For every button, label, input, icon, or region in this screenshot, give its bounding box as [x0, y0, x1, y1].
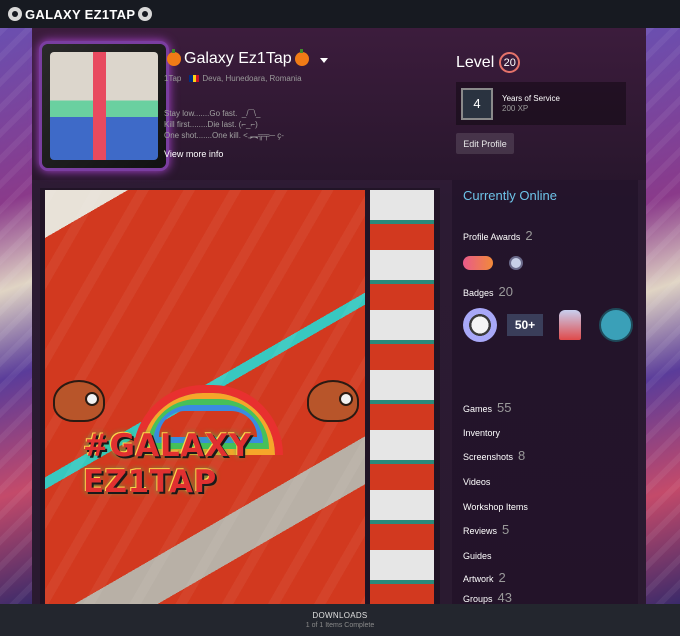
sidebar-item-artwork[interactable]: Artwork 2: [463, 570, 506, 585]
profile-page: Galaxy Ez1Tap 1Tap Deva, Hunedoara, Roma…: [32, 28, 646, 605]
avatar: [50, 52, 158, 160]
badge-icon[interactable]: [559, 310, 581, 340]
persona-name: Galaxy Ez1Tap: [184, 50, 292, 67]
avatar-frame[interactable]: [42, 44, 166, 168]
years-of-service-badge-icon: 4: [461, 87, 493, 120]
badges-label: Badges: [463, 288, 494, 298]
chevron-down-icon[interactable]: [319, 57, 328, 63]
profile-awards-count: 2: [525, 228, 533, 243]
award-icon[interactable]: [509, 256, 523, 270]
summary-line: Stay low.......Go fast. _/‾‾\_: [164, 109, 261, 118]
summary-line: Kill first........Die last. (⌐_⌐): [164, 120, 258, 129]
badge-50-icon[interactable]: 50+: [507, 314, 543, 336]
persona-name-row[interactable]: Galaxy Ez1Tap: [164, 49, 328, 68]
downloads-status: 1 of 1 Items Complete: [305, 622, 375, 629]
level-block: Level 20: [456, 52, 521, 73]
profile-header: Galaxy Ez1Tap 1Tap Deva, Hunedoara, Roma…: [32, 28, 646, 180]
sidebar-item-games[interactable]: Games 55: [463, 400, 511, 415]
sidebar-item-reviews[interactable]: Reviews 5: [463, 522, 509, 537]
sidebar-item-count: 55: [497, 400, 512, 415]
background-art-left: [0, 28, 32, 604]
downloads-bar[interactable]: DOWNLOADS 1 of 1 Items Complete: [0, 604, 680, 636]
pumpkin-icon: [294, 49, 309, 66]
view-more-info-link[interactable]: View more info: [164, 149, 223, 159]
sidebar-item-label: Reviews: [463, 526, 498, 536]
showcase-banner-text: #GALAXY EZ1TAP: [83, 428, 253, 500]
profile-awards-link[interactable]: Profile Awards 2: [463, 228, 533, 243]
window-titlebar: GALAXY EZ1TAP: [0, 0, 680, 28]
sidebar-item-screenshots[interactable]: Screenshots 8: [463, 448, 525, 463]
badge-icon[interactable]: [463, 308, 497, 342]
sidebar-item-inventory[interactable]: Inventory: [463, 428, 500, 438]
level-value: 20: [499, 52, 521, 73]
badge-name: Years of Service: [502, 94, 560, 103]
profile-sidebar: Currently Online Profile Awards 2 Badges…: [452, 180, 638, 605]
sidebar-item-label: Screenshots: [463, 452, 514, 462]
sidebar-item-count: 2: [498, 570, 506, 585]
sidebar-item-label: Workshop Items: [463, 502, 528, 512]
sidebar-item-count: 43: [497, 590, 512, 605]
sidebar-item-label: Groups: [463, 594, 493, 604]
level-label: Level: [456, 53, 495, 71]
location: Deva, Hunedoara, Romania: [202, 74, 302, 83]
badges-link[interactable]: Badges 20: [463, 284, 513, 299]
bird-mascot-icon: [307, 380, 359, 422]
sidebar-item-groups[interactable]: Groups 43: [463, 590, 512, 605]
online-status: Currently Online: [463, 188, 557, 203]
sidebar-item-guides[interactable]: Guides: [463, 551, 492, 561]
window-title: GALAXY EZ1TAP: [25, 6, 136, 22]
background-art-right: [646, 28, 680, 604]
pumpkin-icon: [167, 49, 181, 66]
downloads-title: DOWNLOADS: [312, 611, 368, 620]
sidebar-item-label: Games: [463, 404, 493, 414]
artwork-showcase: #GALAXY EZ1TAP: [40, 188, 440, 604]
badge-xp: 200 XP: [502, 104, 529, 113]
summary-line: One shot.......One kill. <,︻╦╤─ ҫ-: [164, 131, 284, 140]
bird-mascot-icon: [53, 380, 105, 422]
username: 1Tap: [164, 74, 182, 83]
romania-flag-icon: [189, 75, 200, 82]
featured-badge[interactable]: 4 Years of Service 200 XP: [456, 82, 626, 125]
sidebar-item-label: Videos: [463, 477, 491, 487]
sidebar-item-count: 5: [502, 522, 510, 537]
steam-emblem-icon: [138, 7, 153, 21]
profile-awards-label: Profile Awards: [463, 232, 521, 242]
profile-summary: Stay low.......Go fast. _/‾‾\_ Kill first…: [164, 108, 284, 141]
badge-row: 50+: [463, 308, 633, 342]
sidebar-item-label: Inventory: [463, 428, 501, 438]
award-icon[interactable]: [463, 256, 493, 270]
steam-emblem-icon: [8, 7, 22, 21]
badge-icon[interactable]: [599, 308, 633, 342]
showcase-artwork-side[interactable]: [370, 190, 434, 604]
sidebar-item-workshop[interactable]: Workshop Items: [463, 502, 528, 512]
sidebar-item-label: Guides: [463, 551, 492, 561]
badges-count: 20: [498, 284, 513, 299]
sidebar-item-count: 8: [518, 448, 526, 463]
award-icons: [463, 256, 523, 270]
sidebar-item-videos[interactable]: Videos: [463, 477, 490, 487]
showcase-artwork-main[interactable]: #GALAXY EZ1TAP: [45, 190, 365, 604]
profile-subline: 1Tap Deva, Hunedoara, Romania: [164, 74, 302, 83]
edit-profile-button[interactable]: Edit Profile: [456, 133, 514, 154]
sidebar-item-label: Artwork: [463, 574, 494, 584]
